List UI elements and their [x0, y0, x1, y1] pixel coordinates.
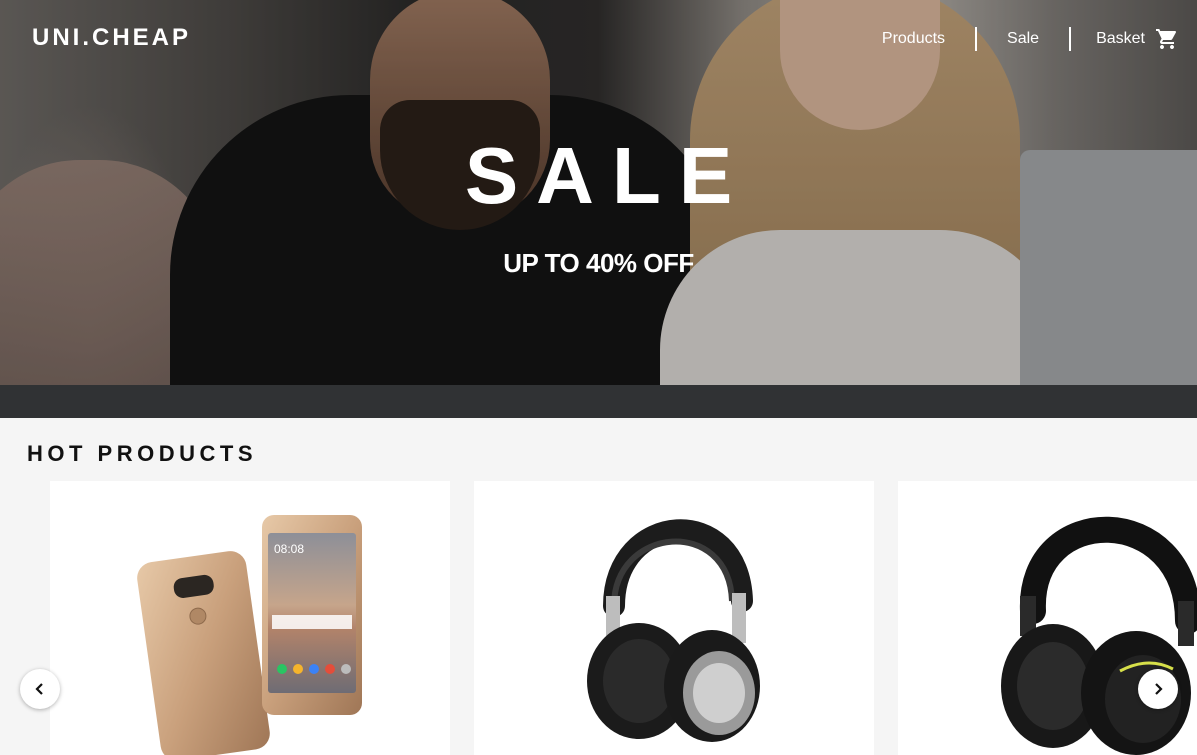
phone-image: 08:08: [137, 515, 362, 755]
nav-sale-link[interactable]: Sale: [977, 26, 1069, 52]
carousel-next-button[interactable]: [1138, 669, 1178, 709]
nav-products-link[interactable]: Products: [852, 26, 975, 52]
site-logo[interactable]: UNI.CHEAP: [32, 24, 191, 52]
chevron-left-icon: [35, 683, 43, 695]
hero-subtitle: UP TO 40% OFF: [503, 248, 694, 278]
headphones-image: [587, 519, 760, 742]
product-card[interactable]: [474, 481, 874, 755]
nav-basket-label: Basket: [1096, 30, 1145, 47]
product-carousel: 08:08: [0, 481, 1197, 755]
carousel-prev-button[interactable]: [20, 669, 60, 709]
cart-icon: [1156, 29, 1177, 49]
product-card[interactable]: 08:08: [50, 481, 450, 755]
hot-products-title: HOT PRODUCTS: [27, 441, 257, 466]
chevron-right-icon: [1155, 683, 1163, 695]
nav-basket-link[interactable]: Basket: [1071, 26, 1197, 52]
product-card[interactable]: [898, 481, 1197, 755]
hero-title: SALE: [464, 131, 751, 220]
headphones-image: [1001, 516, 1197, 755]
svg-text:08:08: 08:08: [274, 542, 304, 556]
main-nav: Products Sale Basket: [852, 26, 1197, 52]
hero-banner: UNI.CHEAP Products Sale Basket SALE UP T…: [0, 0, 1197, 418]
